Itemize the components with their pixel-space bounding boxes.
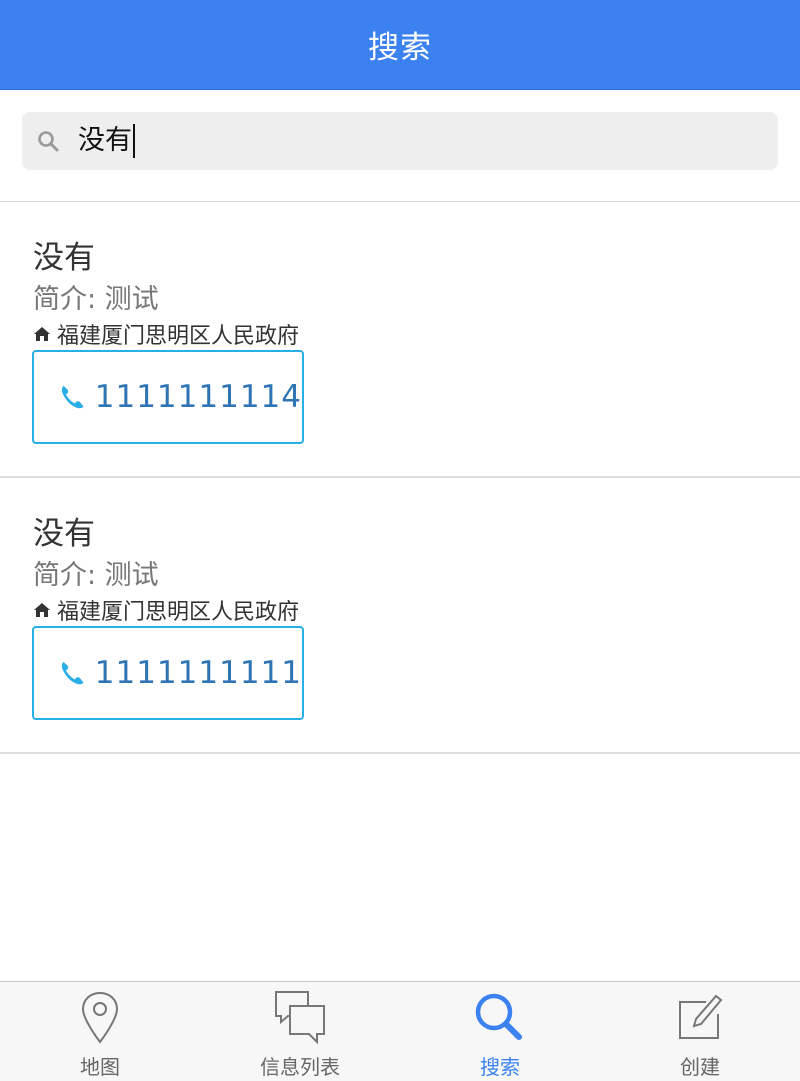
search-input[interactable]: 没有 [22,112,778,170]
call-button[interactable]: 1111111114 [32,350,304,444]
address-text: 福建厦门思明区人民政府 [57,324,300,349]
chat-bubbles-icon [275,991,325,1045]
list-item[interactable]: 没有 简介: 测试 福建厦门思明区人民政府 1111111111 [0,478,800,754]
address-text: 福建厦门思明区人民政府 [57,600,300,625]
result-name: 没有 [33,240,95,276]
tab-map[interactable]: 地图 [0,982,200,1081]
tab-label: 地图 [80,1055,120,1079]
tab-label: 信息列表 [260,1055,340,1079]
phone-icon [61,385,84,409]
result-name: 没有 [33,516,95,552]
search-icon [475,993,522,1040]
phone-number: 1111111114 [94,379,302,415]
app-header: 搜索 [0,0,800,90]
result-intro: 简介: 测试 [33,284,159,315]
search-section: 没有 [0,90,800,203]
tab-search[interactable]: 搜索 [400,982,600,1081]
search-icon [38,131,59,152]
result-address: 福建厦门思明区人民政府 [33,594,299,626]
map-pin-icon [81,991,119,1044]
result-intro: 简介: 测试 [33,560,159,591]
tab-label: 创建 [680,1055,720,1079]
home-icon [34,327,50,341]
result-address: 福建厦门思明区人民政府 [33,318,299,350]
tab-create[interactable]: 创建 [600,982,800,1081]
tab-info-list[interactable]: 信息列表 [200,982,400,1081]
home-icon [34,603,50,617]
phone-icon [61,661,84,685]
search-query-text[interactable]: 没有 [78,124,135,158]
phone-number: 1111111111 [94,655,302,691]
list-item[interactable]: 没有 简介: 测试 福建厦门思明区人民政府 1111111114 [0,202,800,478]
tab-bar: 地图 信息列表 搜索 创建 [0,981,800,1081]
call-button[interactable]: 1111111111 [32,626,304,720]
tab-label: 搜索 [480,1055,520,1079]
edit-icon [679,994,723,1039]
page-title: 搜索 [368,30,432,66]
